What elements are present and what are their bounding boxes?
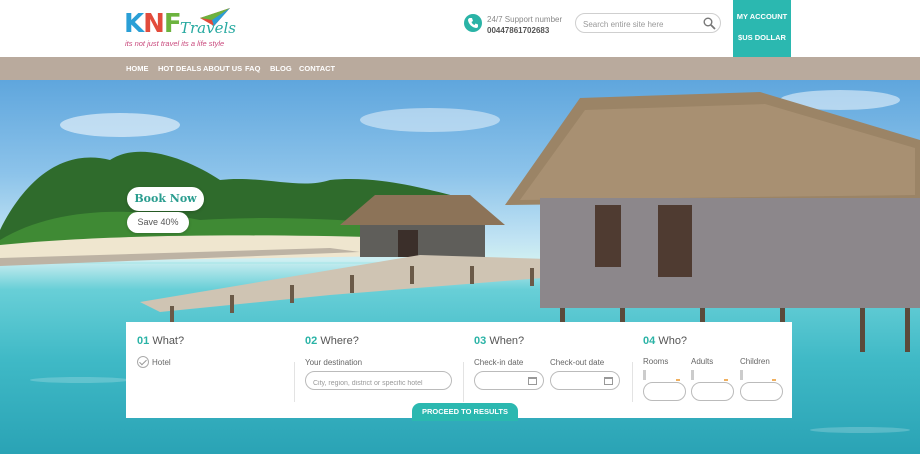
nav-hot-deals[interactable]: HOT DEALS <box>158 64 201 73</box>
rooms-field[interactable] <box>643 382 686 401</box>
logo-word: Travels <box>180 19 236 37</box>
checkin-field[interactable] <box>474 371 544 390</box>
what-section: 01 What? Hotel <box>126 322 294 418</box>
who-heading: 04 Who? <box>643 335 688 347</box>
proceed-to-results-button[interactable]: PROCEED TO RESULTS <box>412 403 518 421</box>
children-stepper-handle[interactable] <box>740 370 743 380</box>
nav-blog[interactable]: BLOG <box>270 64 292 73</box>
who-section: 04 Who? Rooms Adults Children <box>632 322 792 418</box>
when-heading: 03 When? <box>474 335 525 347</box>
what-heading: 01 What? <box>137 335 185 347</box>
checkin-label: Check-in date <box>474 358 524 367</box>
main-nav: HOME HOT DEALS ABOUT US FAQ BLOG CONTACT <box>0 57 920 80</box>
checkout-field[interactable] <box>550 371 620 390</box>
book-now-button[interactable]: Book Now <box>127 187 204 211</box>
calendar-icon[interactable] <box>604 377 613 385</box>
destination-input[interactable] <box>306 375 451 392</box>
support-number[interactable]: 00447861702683 <box>487 26 549 35</box>
search-input[interactable] <box>576 15 696 34</box>
site-search <box>575 13 721 34</box>
phone-icon <box>464 14 482 32</box>
hotel-option-label: Hotel <box>152 358 171 367</box>
nav-about-us[interactable]: ABOUT US <box>203 64 242 73</box>
support-label: 24/7 Support number <box>487 15 563 24</box>
currency-selector[interactable]: $US DOLLAR <box>733 33 791 42</box>
support-block: 24/7 Support number 00447861702683 <box>464 14 574 40</box>
site-header: KNF Travels its not just travel its a li… <box>0 0 920 81</box>
adults-label: Adults <box>691 357 714 366</box>
where-heading: 02 Where? <box>305 335 359 347</box>
nav-home[interactable]: HOME <box>126 64 149 73</box>
search-icon[interactable] <box>703 17 716 30</box>
logo-letters: KNF <box>124 9 182 39</box>
nav-contact[interactable]: CONTACT <box>299 64 335 73</box>
my-account-link[interactable]: MY ACCOUNT <box>733 12 791 21</box>
rooms-label: Rooms <box>643 357 669 366</box>
adults-stepper-handle[interactable] <box>691 370 694 380</box>
calendar-icon[interactable] <box>528 377 537 385</box>
nav-faq[interactable]: FAQ <box>245 64 260 73</box>
brand-logo[interactable]: KNF Travels its not just travel its a li… <box>124 8 236 50</box>
children-label: Children <box>740 357 770 366</box>
hotel-checkbox[interactable] <box>137 356 149 368</box>
destination-label: Your destination <box>305 358 363 367</box>
rooms-stepper-handle[interactable] <box>643 370 646 380</box>
checkout-label: Check-out date <box>550 358 605 367</box>
adults-field[interactable] <box>691 382 734 401</box>
save-badge: Save 40% <box>127 212 189 233</box>
children-field[interactable] <box>740 382 783 401</box>
logo-tagline: its not just travel its a life style <box>125 39 225 48</box>
